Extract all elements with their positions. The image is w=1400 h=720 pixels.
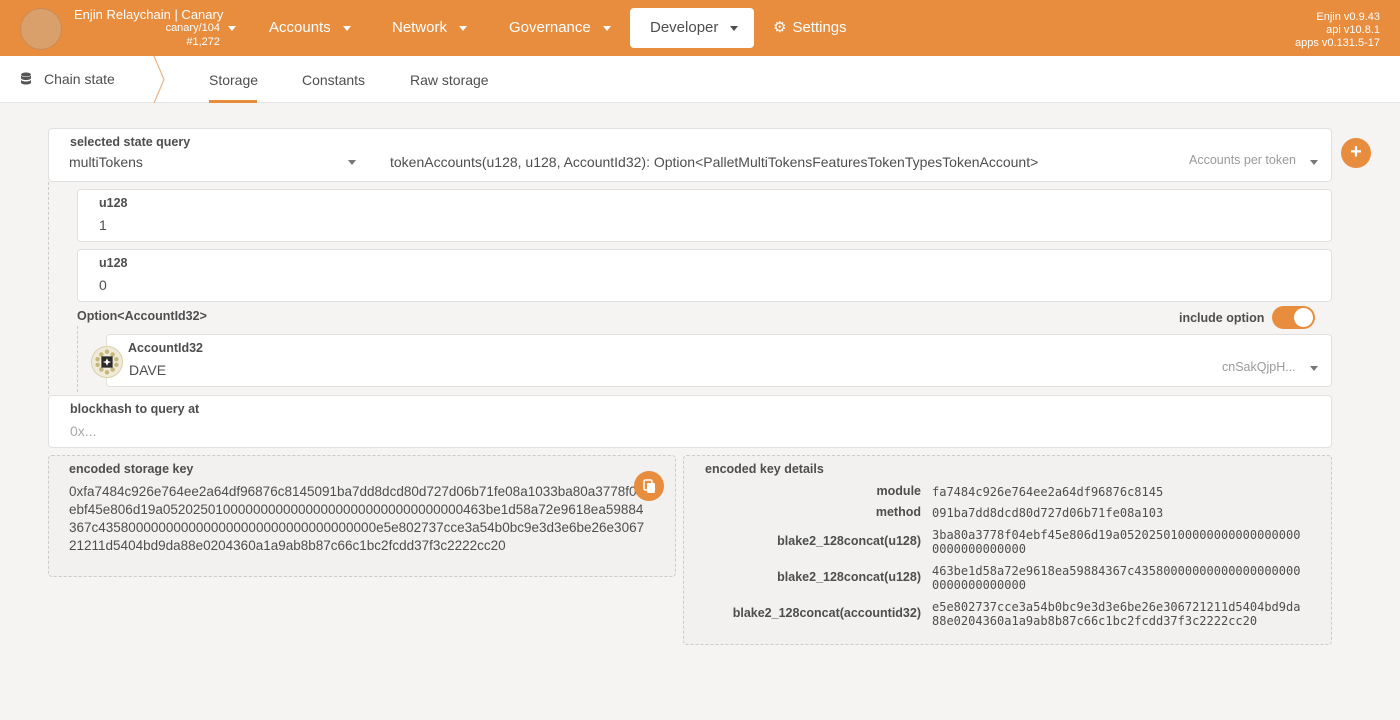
method-description: Accounts per token [1189,153,1297,167]
chain-selector[interactable]: Enjin Relaychain | Canary canary/104 #1,… [74,6,244,50]
key-detail-name-accountid32: blake2_128concat(accountid32) [732,606,921,620]
client-version: Enjin v0.9.43 [1316,11,1380,23]
nav-governance[interactable]: Governance [489,8,631,48]
param-input-u128-first[interactable]: 1 [99,217,107,233]
chevron-separator-icon [153,56,165,103]
blockhash-panel: blockhash to query at 0x... [48,395,1332,448]
identicon-avatar [91,346,123,378]
account-select[interactable]: AccountId32 DAVE cnSakQjpH... [106,334,1332,387]
nav-settings[interactable]: ⚙ Settings [753,8,867,48]
sub-nav-bar: Chain state Storage Constants Raw storag… [0,56,1400,103]
module-select[interactable]: multiTokens [69,154,143,170]
encoded-storage-key-label: encoded storage key [69,462,194,476]
chevron-down-icon [1310,160,1318,165]
nav-network[interactable]: Network [372,8,487,48]
nav-accounts-label: Accounts [269,19,331,36]
plus-icon: + [1350,141,1362,163]
toggle-knob [1294,308,1313,327]
account-address: cnSakQjpH... [1222,360,1296,374]
nav-developer[interactable]: Developer [630,8,754,48]
key-detail-name-method: method [875,505,921,519]
include-option-toggle[interactable] [1272,306,1315,329]
chevron-down-icon [602,25,611,31]
key-detail-value-method: 091ba7dd8dcd80d727d06b71fe08a103 [932,506,1164,520]
state-query-panel: selected state query multiTokens tokenAc… [48,128,1332,182]
tab-raw-storage[interactable]: Raw storage [410,72,489,88]
option-label: Option<AccountId32> [77,309,207,323]
encoded-key-details-label: encoded key details [705,462,824,476]
key-detail-value-u128-second: 463be1d58a72e9618ea59884367c435800000000… [932,564,1301,592]
copy-icon [643,479,655,493]
nav-developer-label: Developer [650,19,719,36]
apps-version: apps v0.131.5-17 [1294,37,1380,49]
param-label: u128 [99,196,128,210]
nav-settings-label: Settings [792,19,847,36]
account-label: AccountId32 [128,341,204,355]
option-guide [77,326,78,392]
chevron-down-icon [730,25,739,31]
state-query-label: selected state query [70,135,191,149]
params-guide [48,182,49,394]
chevron-down-icon [348,160,356,165]
param-u128-first: u128 1 [77,189,1332,242]
chevron-down-icon [1310,366,1318,371]
key-detail-value-u128-first: 3ba80a3778f04ebf45e806d19a05202501000000… [932,528,1301,556]
nav-accounts[interactable]: Accounts [249,8,371,48]
nav-network-label: Network [392,19,448,36]
chain-name: Enjin Relaychain | Canary [74,7,224,22]
param-label: u128 [99,256,128,270]
key-detail-value-accountid32: e5e802737cce3a54b0bc9e3d3e6be26e30672121… [932,600,1301,628]
section-header: Chain state [0,56,166,103]
chevron-down-icon [459,25,468,31]
key-detail-name-u128-second: blake2_128concat(u128) [777,570,921,584]
method-select[interactable]: tokenAccounts(u128, u128, AccountId32): … [390,154,1038,170]
top-nav-bar: Enjin Relaychain | Canary canary/104 #1,… [0,0,1400,56]
key-detail-name-u128-first: blake2_128concat(u128) [777,534,921,548]
api-version: api v10.8.1 [1326,24,1380,36]
blockhash-input[interactable]: 0x... [70,423,96,439]
chevron-down-icon [342,25,351,31]
version-info: Enjin v0.9.43 api v10.8.1 apps v0.131.5-… [1295,11,1380,50]
param-u128-second: u128 0 [77,249,1332,302]
param-input-u128-second[interactable]: 0 [99,277,107,293]
active-tab-indicator [209,100,257,103]
gears-icon: ⚙ [773,19,787,36]
nav-governance-label: Governance [509,19,591,36]
section-title: Chain state [44,71,115,87]
copy-button[interactable] [634,471,664,501]
encoded-storage-key-value: 0xfa7484c926e764ee2a64df96876c8145091ba7… [69,484,645,553]
account-name: DAVE [129,362,167,378]
include-option-label: include option [1179,311,1265,325]
key-detail-name-module: module [876,484,921,498]
add-query-button[interactable]: + [1341,138,1371,168]
chain-logo[interactable] [20,8,62,50]
chevron-down-icon [228,26,236,31]
chain-spec-version: canary/104 [165,22,220,34]
key-detail-value-module: fa7484c926e764ee2a64df96876c8145 [932,485,1164,499]
tab-storage[interactable]: Storage [209,72,258,88]
database-icon [21,72,31,85]
blockhash-label: blockhash to query at [70,402,200,416]
tab-constants[interactable]: Constants [302,72,365,88]
best-block-number: #1,272 [186,36,220,48]
